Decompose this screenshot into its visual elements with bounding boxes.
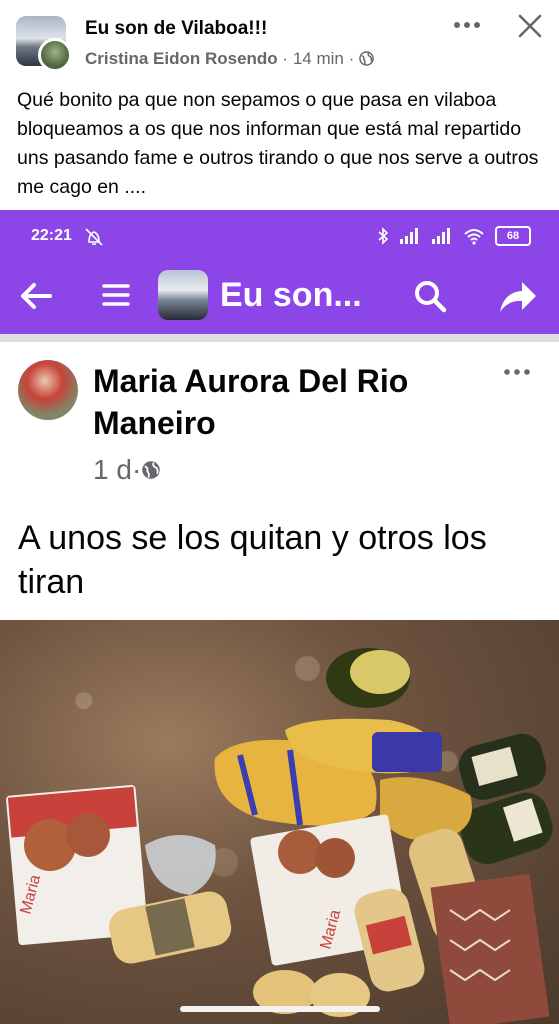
status-icons: 68 [377,226,531,246]
author-name[interactable]: Cristina Eidon Rosendo [85,49,278,68]
inner-post-meta: 1 d· [93,454,161,486]
meta-separator: · [131,454,142,485]
can [326,648,410,708]
food-items-illustration: Maria Maria [6,648,553,1024]
group-thumbnail[interactable] [158,270,208,320]
chickpea-jar [354,888,425,992]
more-icon[interactable] [502,362,532,382]
post-text: Qué bonito pa que non sepamos o que pasa… [17,89,539,198]
wifi-icon [464,229,484,245]
app-bar: Eu son... [0,262,559,334]
post-time[interactable]: 14 min [293,49,344,68]
post-photo[interactable]: Maria Maria [0,620,559,1024]
battery-icon: 68 [495,226,531,246]
alarm-off-icon [85,228,103,246]
app-title[interactable]: Eu son... [220,276,362,315]
signal-icon [400,228,418,244]
bluetooth-icon [378,227,389,245]
more-icon[interactable] [452,14,482,36]
back-arrow-icon[interactable] [18,278,54,314]
can [458,733,547,800]
post-meta: Cristina Eidon Rosendo · 14 min · [85,49,374,69]
close-icon[interactable] [516,12,544,40]
divider [0,334,559,342]
meta-separator: · [282,49,289,68]
signal-icon [432,228,450,244]
inner-author-avatar[interactable] [18,360,78,420]
search-icon[interactable] [412,278,448,314]
pasta-bag [380,777,472,841]
inner-post-text: A unos se los quitan y otros los tiran [18,519,487,601]
meta-separator: · [348,49,355,68]
inner-author-name[interactable]: Maria Aurora Del Rio Maneiro [93,360,473,444]
plastic-bag [145,835,216,895]
group-name[interactable]: Eu son de Vilaboa!!! [85,18,267,40]
rug [430,873,550,1024]
globe-icon [359,51,374,66]
inner-post-time[interactable]: 1 d [93,454,132,485]
status-bar: 22:21 68 [0,210,559,262]
embedded-screenshot[interactable]: 22:21 68 Eu son... Maria Aurora Del Rio … [0,210,559,1024]
post-header: Eu son de Vilaboa!!! Cristina Eidon Rose… [0,0,559,80]
menu-icon[interactable] [101,280,131,310]
author-avatar[interactable] [38,38,72,72]
home-indicator [180,1006,380,1012]
share-icon[interactable] [496,276,538,316]
globe-icon [142,461,161,479]
status-time: 22:21 [31,227,72,244]
